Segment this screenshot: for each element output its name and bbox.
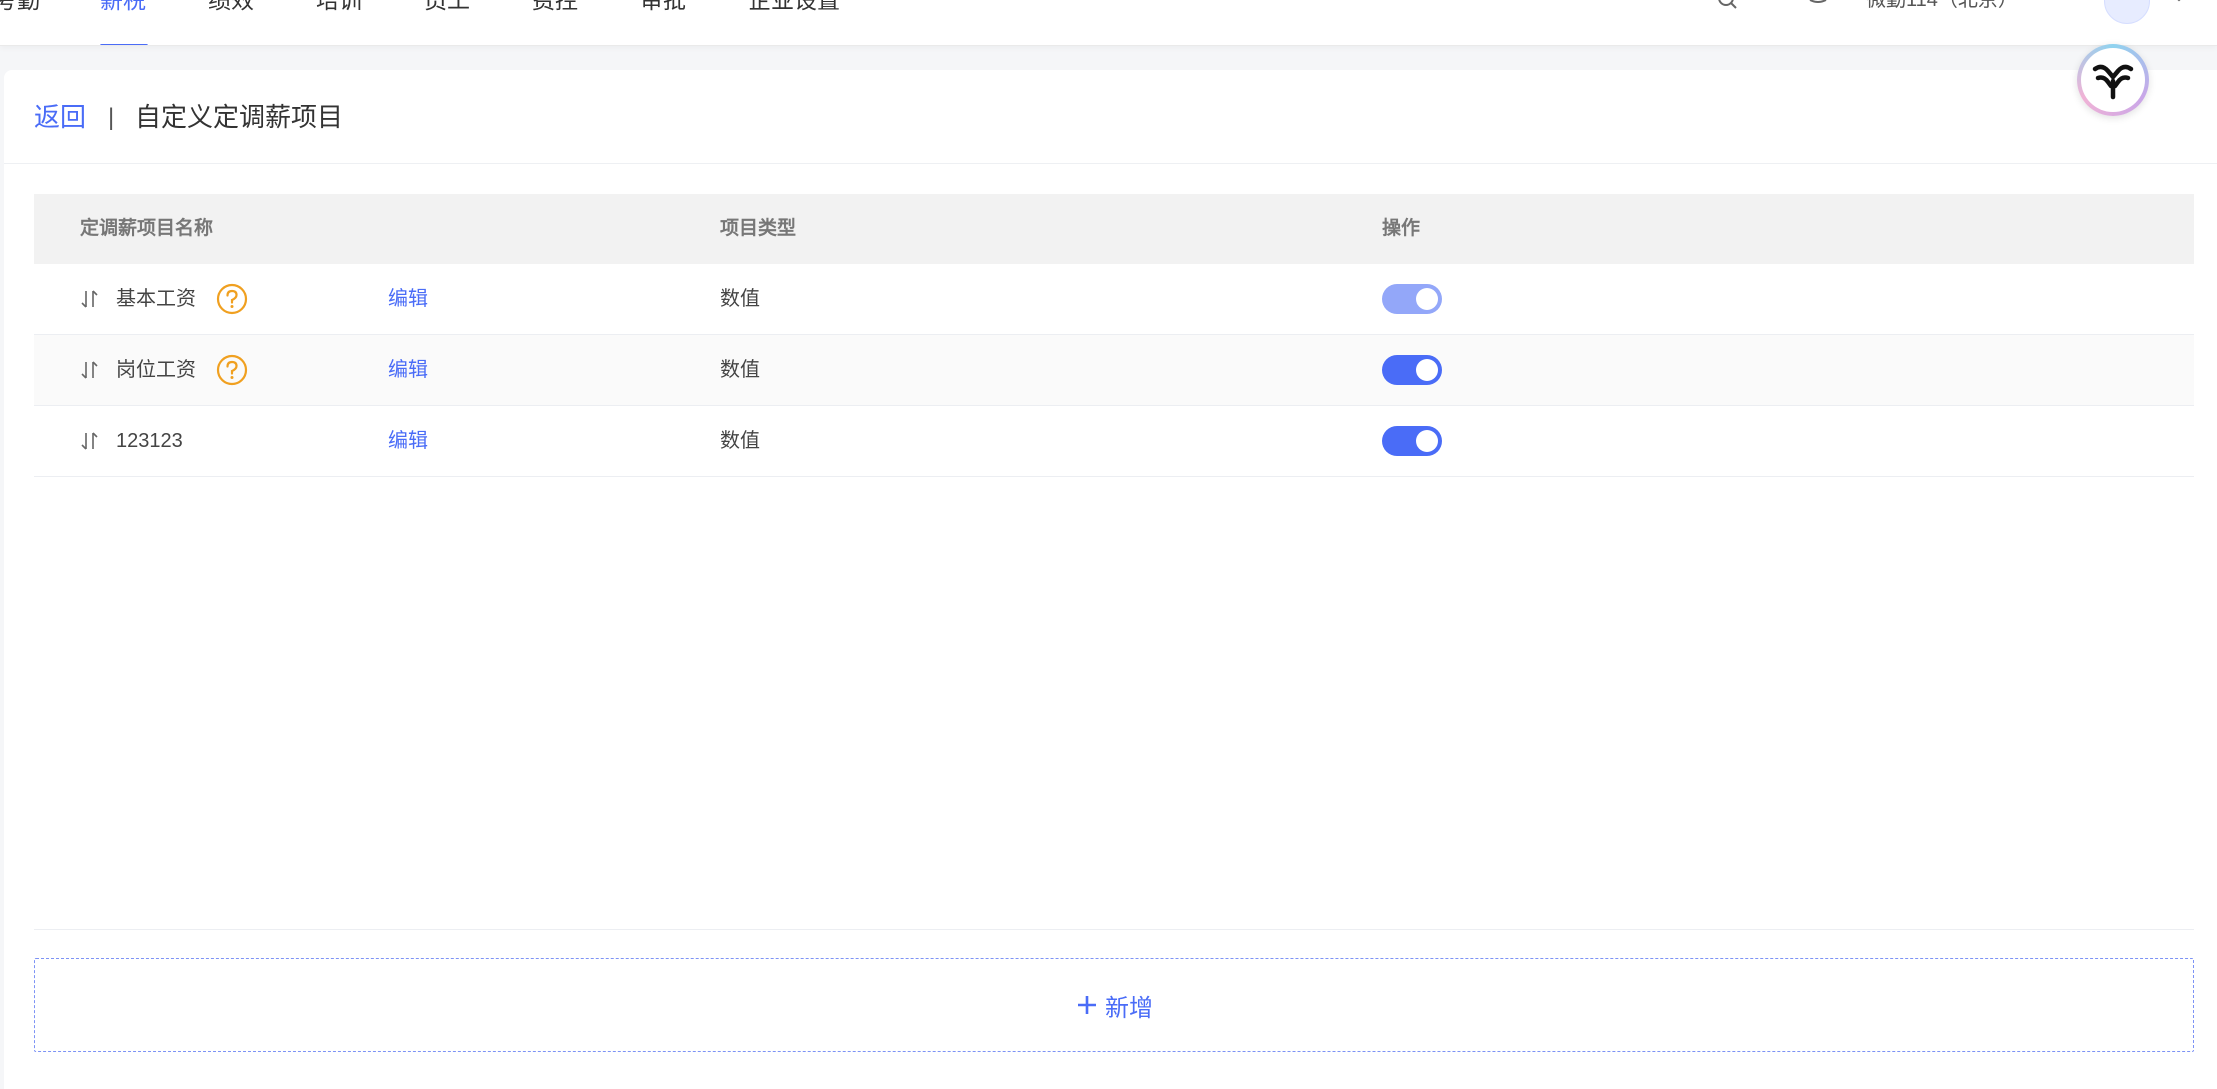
page-title: 自定义定调薪项目 (135, 102, 344, 132)
apps-grid-icon[interactable] (1760, 0, 1784, 14)
edit-link[interactable]: 编辑 (388, 406, 428, 476)
table-row: 岗位工资 编辑 数值 (34, 335, 2194, 406)
table-header: 定调薪项目名称 项目类型 操作 (34, 194, 2194, 264)
logout-icon[interactable] (2044, 0, 2068, 14)
item-name: 123123 (116, 430, 183, 452)
nav-tab-expense[interactable]: 费控 (532, 0, 578, 45)
table-row: 基本工资 编辑 数值 (34, 264, 2194, 335)
assistant-logo-icon (2092, 64, 2134, 100)
edit-link[interactable]: 编辑 (388, 264, 428, 334)
column-header-name: 定调薪项目名称 (80, 218, 214, 239)
footer-divider (34, 929, 2194, 930)
search-icon[interactable] (1716, 0, 1740, 14)
nav-tab-performance[interactable]: 绩效 (208, 0, 254, 45)
active-tab-indicator (100, 44, 148, 45)
organization-name[interactable]: 微勤114（北京） (1866, 0, 2018, 10)
header-separator: | (108, 104, 115, 131)
nav-tab-company-settings[interactable]: 企业设置 (748, 0, 840, 45)
content-card: 返回 | 自定义定调薪项目 定调薪项目名称 项目类型 操作 基本工资 编辑 数值… (4, 70, 2217, 1089)
item-name: 岗位工资 (116, 359, 196, 381)
sort-drag-icon[interactable] (80, 288, 100, 310)
nav-tab-attendance[interactable]: 考勤 (0, 0, 40, 45)
page-header: 返回 | 自定义定调薪项目 (4, 70, 2217, 164)
table-row: 123123 编辑 数值 (34, 406, 2194, 477)
sort-drag-icon[interactable] (80, 430, 100, 452)
item-type: 数值 (720, 359, 760, 381)
nav-tab-salary-tax[interactable]: 薪税 (100, 0, 146, 45)
nav-tab-approval[interactable]: 审批 (640, 0, 686, 45)
edit-link[interactable]: 编辑 (388, 335, 428, 405)
nav-tab-training[interactable]: 培训 (316, 0, 362, 45)
nav-tab-employees[interactable]: 员工 (424, 0, 470, 45)
top-navbar: 考勤 薪税 绩效 培训 员工 费控 审批 企业设置 微勤114（北京） (0, 0, 2217, 46)
bell-icon[interactable] (1806, 0, 1830, 14)
salary-items-table: 定调薪项目名称 项目类型 操作 基本工资 编辑 数值 岗位工资 编辑 数值 12… (34, 194, 2194, 477)
enable-toggle[interactable] (1382, 355, 1442, 385)
column-header-type: 项目类型 (720, 218, 797, 239)
assistant-logo-button[interactable] (2077, 44, 2149, 116)
question-circle-icon[interactable] (216, 283, 248, 315)
question-circle-icon[interactable] (216, 354, 248, 386)
add-item-button[interactable]: 新增 (34, 958, 2194, 1052)
column-header-actions: 操作 (1382, 218, 1421, 239)
enable-toggle[interactable] (1382, 426, 1442, 456)
plus-icon (1078, 996, 1096, 1014)
item-type: 数值 (720, 430, 760, 452)
back-link[interactable]: 返回 (34, 100, 86, 134)
user-avatar[interactable] (2104, 0, 2150, 24)
add-item-label: 新增 (1105, 994, 1153, 1022)
enable-toggle[interactable] (1382, 284, 1442, 314)
sort-drag-icon[interactable] (80, 359, 100, 381)
item-type: 数值 (720, 288, 760, 310)
chevron-down-icon[interactable] (2170, 0, 2188, 6)
item-name: 基本工资 (116, 288, 196, 310)
